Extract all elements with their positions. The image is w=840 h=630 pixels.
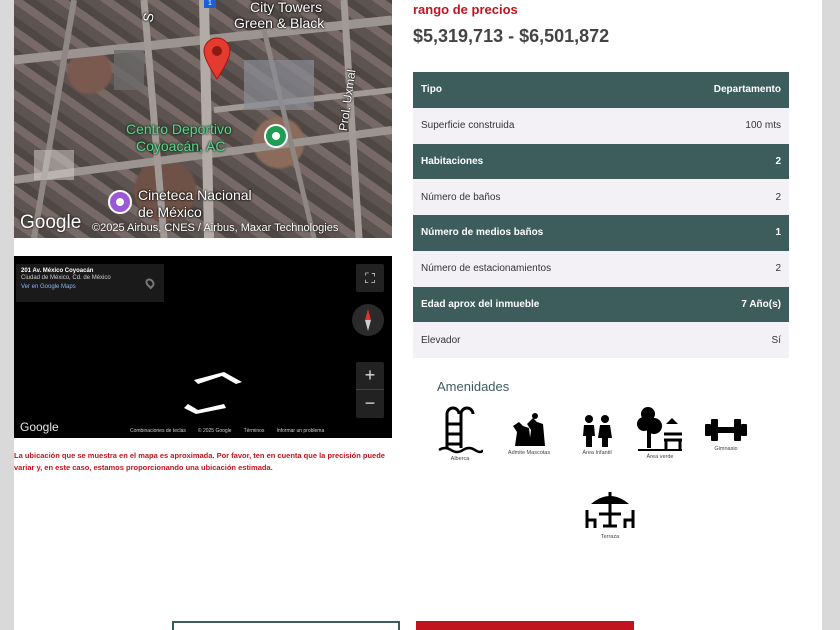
amenity-label: Gimnasio bbox=[714, 446, 738, 452]
amenity-label: Área Infantil bbox=[582, 450, 612, 456]
spec-label: Número de medios baños bbox=[413, 215, 653, 251]
spec-label: Elevador bbox=[413, 322, 653, 358]
road-marker: 1 bbox=[204, 0, 216, 8]
map-label-cineteca: Cineteca Nacional bbox=[138, 187, 252, 203]
street-view-footer-links: Combinaciones de teclas © 2025 Google Té… bbox=[130, 428, 324, 434]
satellite-map[interactable]: 1 City Towers Green & Black S Prol. Uxma… bbox=[14, 0, 392, 238]
spec-value: 1 bbox=[652, 215, 789, 251]
spec-label: Superficie construida bbox=[413, 107, 653, 144]
property-specs-table: Tipo Departamento Superficie construida … bbox=[413, 72, 789, 358]
terrace-icon bbox=[585, 492, 635, 528]
zoom-out-button[interactable]: − bbox=[356, 390, 384, 418]
pool-icon bbox=[438, 406, 483, 454]
amenity-label: Terraza bbox=[600, 534, 620, 540]
amenity-pool: Alberca bbox=[430, 404, 490, 463]
google-logo: Google bbox=[20, 212, 82, 233]
spec-row: Tipo Departamento bbox=[413, 72, 789, 108]
spec-value: Departamento bbox=[652, 72, 789, 108]
amenity-pets: Admite Mascotas bbox=[499, 412, 559, 457]
spec-value: 100 mts bbox=[652, 107, 789, 144]
spec-value: 7 Año(s) bbox=[652, 286, 789, 323]
amenity-gym: Gimnasio bbox=[696, 416, 756, 453]
spec-row: Número de baños 2 bbox=[413, 179, 789, 215]
copyright-text: © 2025 Google bbox=[197, 428, 232, 434]
spec-row: Elevador Sí bbox=[413, 322, 789, 358]
location-pin-icon[interactable] bbox=[202, 36, 232, 80]
map-label-centro-coyoacan: Coyoacán, AC bbox=[136, 138, 226, 154]
street-view-city: Ciudad de México, Cd. de México bbox=[21, 275, 111, 281]
price-range-value: $5,319,713 - $6,501,872 bbox=[413, 26, 610, 46]
green-area-icon bbox=[637, 407, 682, 451]
gym-icon bbox=[705, 419, 747, 441]
amenity-green-area: Área verde bbox=[630, 404, 690, 461]
terms-link[interactable]: Términos bbox=[244, 428, 265, 434]
spec-label: Número de baños bbox=[413, 179, 653, 215]
street-arrows[interactable] bbox=[184, 372, 284, 422]
map-label-city-towers: City Towers bbox=[250, 0, 323, 15]
map-attribution: ©2025 Airbus, CNES / Airbus, Maxar Techn… bbox=[92, 222, 339, 234]
amenity-kids: Área Infantil bbox=[567, 414, 627, 457]
primary-action-button[interactable] bbox=[416, 621, 634, 630]
spec-value: 2 bbox=[652, 143, 789, 180]
spec-label: Tipo bbox=[413, 72, 653, 108]
fullscreen-icon[interactable]: ⛶ bbox=[356, 264, 384, 292]
street-view-address-card: 201 Av. México Coyoacán Ciudad de México… bbox=[16, 264, 164, 302]
spec-label: Edad aprox del inmueble bbox=[413, 286, 653, 323]
amenity-label: Alberca bbox=[450, 456, 470, 462]
spec-value: Sí bbox=[652, 322, 789, 358]
spec-row: Número de estacionamientos 2 bbox=[413, 250, 789, 287]
location-disclaimer: La ubicación que se muestra en el mapa e… bbox=[14, 451, 385, 472]
spec-row: Número de medios baños 1 bbox=[413, 215, 789, 251]
spec-row: Habitaciones 2 bbox=[413, 143, 789, 180]
street-view-address: 201 Av. México Coyoacán bbox=[21, 268, 94, 274]
keyboard-shortcuts-link[interactable]: Combinaciones de teclas bbox=[130, 428, 186, 434]
spec-label: Número de estacionamientos bbox=[413, 250, 653, 287]
spec-value: 2 bbox=[652, 250, 789, 287]
pets-icon bbox=[513, 413, 545, 446]
spec-value: 2 bbox=[652, 179, 789, 215]
spec-row: Superficie construida 100 mts bbox=[413, 107, 789, 144]
secondary-action-button[interactable] bbox=[172, 621, 400, 630]
map-label-cineteca-mexico: de México bbox=[138, 204, 202, 220]
spec-label: Habitaciones bbox=[413, 143, 653, 180]
street-view[interactable]: 201 Av. México Coyoacán Ciudad de México… bbox=[14, 256, 392, 438]
price-range-label: rango de precios bbox=[413, 2, 518, 17]
spec-row: Edad aprox del inmueble 7 Año(s) bbox=[413, 286, 789, 323]
view-in-google-maps-link[interactable]: Ver en Google Maps bbox=[21, 284, 159, 290]
amenity-label: Admite Mascotas bbox=[507, 450, 551, 456]
cinema-poi-icon[interactable] bbox=[108, 190, 132, 214]
park-poi-icon[interactable] bbox=[264, 124, 288, 148]
map-label-green-black: Green & Black bbox=[234, 15, 325, 31]
map-label-centro-deportivo: Centro Deportivo bbox=[126, 121, 232, 137]
street-view-google-logo: Google bbox=[20, 420, 59, 434]
amenity-terrace: Terraza bbox=[580, 490, 640, 541]
report-problem-link[interactable]: Informar un problema bbox=[276, 428, 324, 434]
kids-icon bbox=[583, 415, 612, 447]
amenity-label: Área verde bbox=[646, 454, 674, 460]
zoom-in-button[interactable]: + bbox=[356, 362, 384, 390]
compass-icon[interactable] bbox=[352, 304, 384, 336]
amenities-title: Amenidades bbox=[437, 379, 510, 394]
